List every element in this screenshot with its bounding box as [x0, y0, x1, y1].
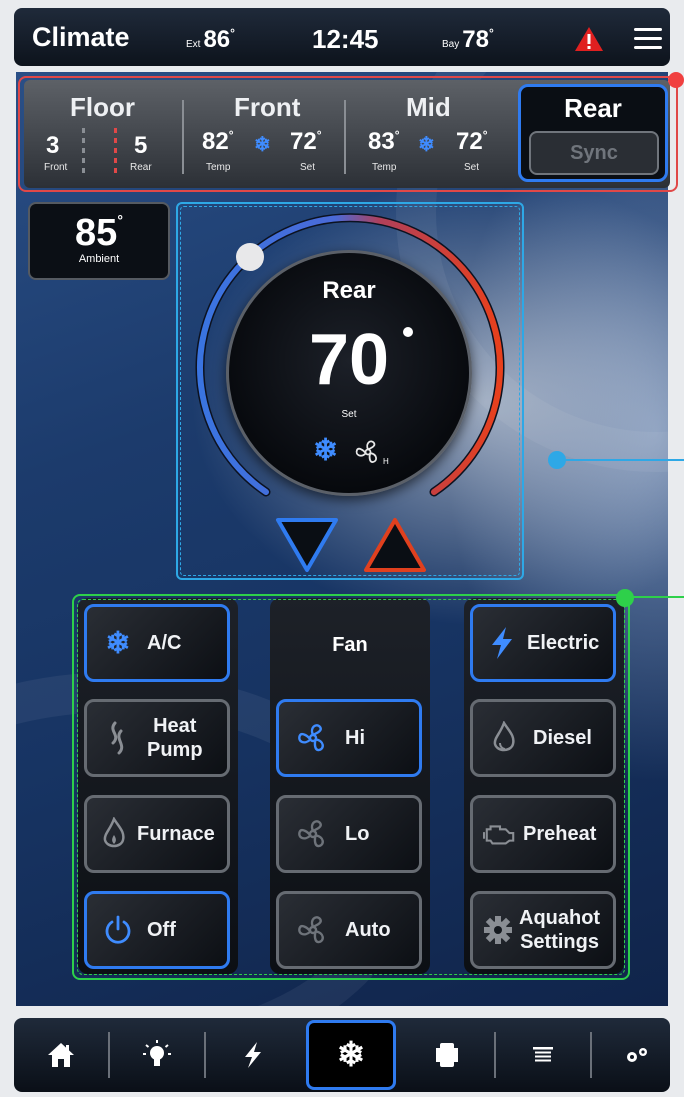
- mid-temp-value: 83: [368, 128, 395, 155]
- floor-front-level: [82, 128, 85, 174]
- front-zone-label: Front: [234, 92, 301, 122]
- floor-rear-value: 5: [134, 132, 148, 159]
- mid-zone-label: Mid: [406, 92, 451, 122]
- triangle-up-icon[interactable]: [362, 516, 428, 574]
- exterior-temp-value: 86: [203, 26, 231, 53]
- triangle-down-icon[interactable]: [274, 516, 340, 574]
- bay-temp-label: Bay: [442, 39, 460, 50]
- climate-screen: Climate Ext 86° 12:45 Bay 78° Floor 3 Fron…: [0, 0, 684, 1097]
- hamburger-menu-icon[interactable]: [634, 28, 662, 50]
- dial-knob[interactable]: [236, 243, 264, 271]
- mid-temp: 83°: [368, 128, 400, 156]
- exterior-temp-label: Ext: [186, 39, 201, 50]
- callout-dot-green: [616, 589, 634, 607]
- mid-set: 72°: [456, 128, 488, 156]
- ambient-temp-degree: °: [117, 212, 123, 228]
- front-set: 72°: [290, 128, 322, 156]
- ambient-temp-value: 85: [75, 212, 118, 254]
- light-bulb-icon[interactable]: [120, 1018, 194, 1092]
- thermostat-dial: Rear 70 Set ❄ H: [226, 250, 472, 496]
- callout-dot-cyan: [548, 451, 566, 469]
- ambient-temp: 85°: [30, 212, 168, 255]
- front-set-value: 72: [290, 128, 317, 155]
- zone-divider: [344, 100, 346, 174]
- bay-temp-degree: °: [488, 26, 494, 40]
- front-temp-label: Temp: [206, 162, 231, 173]
- clock: 12:45: [312, 24, 379, 54]
- callout-line-green: [628, 596, 684, 598]
- mid-temp-degree: °: [394, 128, 400, 142]
- controls-grid-highlight-inner: [77, 599, 625, 975]
- snowflake-icon: ❄: [313, 434, 339, 467]
- set-label: Set: [341, 409, 357, 420]
- front-temp: 82°: [202, 128, 234, 156]
- page-title: Climate: [32, 22, 130, 52]
- snowflake-icon[interactable]: ❄: [314, 1018, 388, 1092]
- front-set-label: Set: [300, 162, 316, 173]
- nav-divider: [494, 1032, 496, 1078]
- bay-temp-value: 78: [462, 26, 489, 53]
- rear-zone-label: Rear: [564, 93, 622, 123]
- shade-icon[interactable]: [506, 1018, 580, 1092]
- set-temperature: 70: [308, 320, 390, 400]
- callout-line-cyan: [556, 459, 684, 461]
- floor-rear-level: [114, 128, 117, 174]
- front-temp-degree: °: [228, 128, 234, 142]
- snowflake-icon: ❄: [418, 134, 435, 156]
- fan-speed-label: H: [383, 457, 389, 466]
- floor-zone-label: Floor: [70, 92, 135, 122]
- nav-divider: [590, 1032, 592, 1078]
- rear-zone-selector[interactable]: Rear Sync: [518, 84, 668, 182]
- snowflake-icon: ❄: [254, 134, 271, 156]
- dial-zone-label: Rear: [322, 277, 376, 304]
- floor-rear-label: Rear: [130, 162, 152, 173]
- zone-divider: [182, 100, 184, 174]
- bay-temp: Bay 78°: [442, 26, 494, 54]
- front-temp-value: 82: [202, 128, 229, 155]
- gears-icon[interactable]: [600, 1018, 674, 1092]
- floor-front-label: Front: [44, 162, 68, 173]
- front-set-degree: °: [316, 128, 322, 142]
- mid-set-degree: °: [482, 128, 488, 142]
- lightning-icon[interactable]: [216, 1018, 290, 1092]
- mid-set-value: 72: [456, 128, 483, 155]
- degree-symbol: [403, 327, 413, 337]
- fan-icon: [355, 440, 378, 463]
- nav-divider: [108, 1032, 110, 1078]
- nav-divider: [204, 1032, 206, 1078]
- status-bar: Climate Ext 86° 12:45 Bay 78°: [14, 8, 670, 66]
- home-icon[interactable]: [24, 1018, 98, 1092]
- floor-front-value: 3: [46, 132, 60, 159]
- mid-temp-label: Temp: [372, 162, 397, 173]
- slide-icon[interactable]: [410, 1018, 484, 1092]
- sync-button[interactable]: Sync: [529, 131, 659, 175]
- bottom-nav: ❄: [14, 1018, 670, 1092]
- callout-dot-red: [668, 72, 684, 88]
- mid-set-label: Set: [464, 162, 480, 173]
- ambient-temp-card: 85° Ambient: [28, 202, 170, 280]
- ambient-label: Ambient: [78, 253, 120, 265]
- exterior-temp: Ext 86°: [186, 26, 235, 54]
- warning-icon[interactable]: [574, 26, 604, 52]
- exterior-temp-degree: °: [230, 26, 235, 40]
